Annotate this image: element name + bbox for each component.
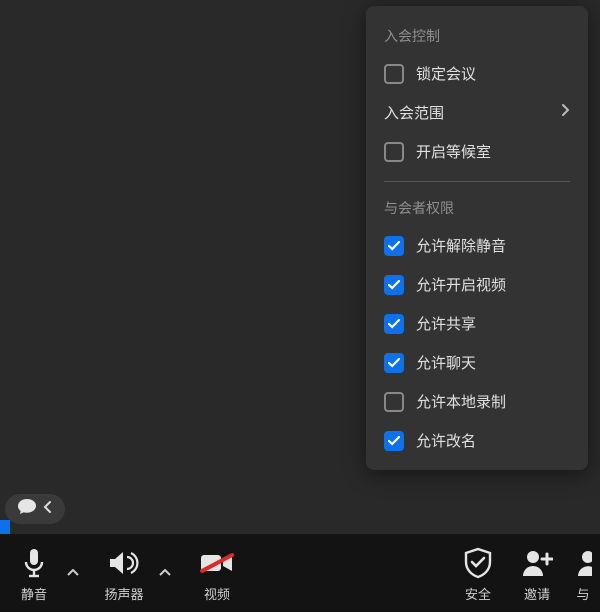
mute-label: 静音 [21, 584, 47, 603]
video-area: 入会控制 锁定会议 入会范围 开启等候室 与会者权限 允许解除静音 [0, 0, 600, 534]
lock-meeting-label: 锁定会议 [416, 63, 570, 84]
security-label: 安全 [465, 584, 491, 603]
allow-video-label: 允许开启视频 [416, 274, 570, 295]
invite-button[interactable]: 邀请 [508, 534, 566, 612]
checkbox-unchecked-icon [384, 392, 404, 412]
speaker-label: 扬声器 [104, 584, 143, 603]
join-scope-label: 入会范围 [384, 102, 549, 123]
allow-local-record-label: 允许本地录制 [416, 391, 570, 412]
checkbox-unchecked-icon [384, 142, 404, 162]
video-label: 视频 [204, 584, 230, 603]
allow-chat-label: 允许聊天 [416, 352, 570, 373]
allow-unmute-item[interactable]: 允许解除静音 [366, 226, 588, 265]
microphone-icon [21, 544, 47, 582]
lock-meeting-item[interactable]: 锁定会议 [366, 54, 588, 93]
meeting-toolbar: 静音 扬声器 视频 [0, 534, 600, 612]
checkbox-checked-icon [384, 431, 404, 451]
speaker-button[interactable]: 扬声器 [94, 534, 154, 612]
participant-permissions-heading: 与会者权限 [366, 192, 588, 226]
security-popup: 入会控制 锁定会议 入会范围 开启等候室 与会者权限 允许解除静音 [366, 6, 588, 470]
partial-icon [574, 544, 592, 582]
allow-local-record-item[interactable]: 允许本地录制 [366, 382, 588, 421]
invite-label: 邀请 [524, 584, 550, 603]
checkbox-checked-icon [384, 275, 404, 295]
camera-off-icon [199, 544, 235, 582]
join-scope-item[interactable]: 入会范围 [366, 93, 588, 132]
allow-video-item[interactable]: 允许开启视频 [366, 265, 588, 304]
waiting-room-item[interactable]: 开启等候室 [366, 132, 588, 171]
join-control-heading: 入会控制 [366, 20, 588, 54]
allow-chat-item[interactable]: 允许聊天 [366, 343, 588, 382]
self-view-indicator [0, 520, 10, 534]
shield-icon [463, 544, 493, 582]
security-button[interactable]: 安全 [448, 534, 508, 612]
waiting-room-label: 开启等候室 [416, 141, 570, 162]
chevron-right-icon [561, 103, 570, 122]
allow-rename-item[interactable]: 允许改名 [366, 421, 588, 460]
checkbox-checked-icon [384, 236, 404, 256]
allow-share-label: 允许共享 [416, 313, 570, 334]
chat-toggle-pill[interactable] [5, 494, 65, 524]
video-button[interactable]: 视频 [186, 534, 248, 612]
allow-share-item[interactable]: 允许共享 [366, 304, 588, 343]
chevron-left-icon [43, 500, 53, 519]
allow-rename-label: 允许改名 [416, 430, 570, 451]
speaker-icon [107, 544, 141, 582]
add-user-icon [521, 544, 553, 582]
mute-options-caret[interactable] [62, 534, 84, 612]
allow-unmute-label: 允许解除静音 [416, 235, 570, 256]
checkbox-checked-icon [384, 353, 404, 373]
checkbox-checked-icon [384, 314, 404, 334]
next-toolbar-button[interactable]: 与 [566, 534, 600, 612]
mute-button[interactable]: 静音 [6, 534, 62, 612]
speaker-options-caret[interactable] [154, 534, 176, 612]
with-label: 与 [576, 584, 589, 603]
chat-bubble-icon [17, 498, 37, 521]
checkbox-unchecked-icon [384, 64, 404, 84]
menu-divider [384, 181, 570, 182]
